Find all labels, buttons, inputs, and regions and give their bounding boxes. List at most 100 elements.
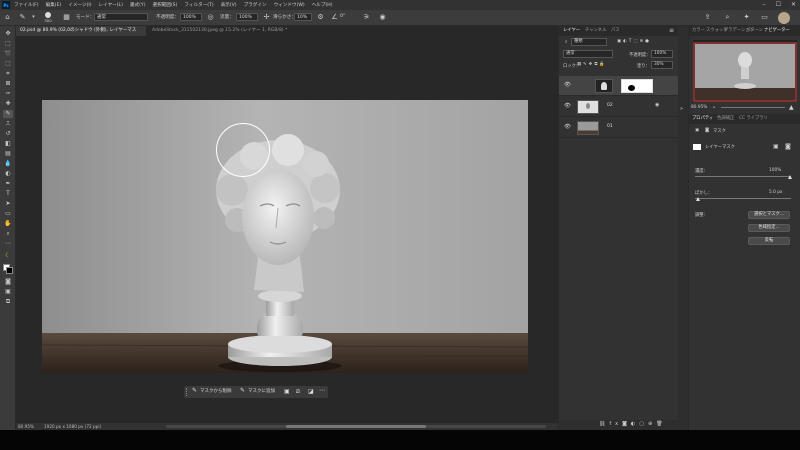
pixel-mask-icon[interactable]: ▣	[695, 128, 699, 133]
mask-settings-icon[interactable]: ▣	[284, 388, 290, 395]
menu-filter[interactable]: フィルター(T)	[184, 2, 213, 8]
layer-thumbnail[interactable]	[595, 79, 613, 93]
hand-tool-icon[interactable]: ✋	[3, 220, 13, 228]
invert-button[interactable]: 反転	[748, 237, 790, 245]
close-icon[interactable]: ✕	[791, 1, 796, 8]
zoom-in-icon[interactable]: ▲	[789, 104, 794, 111]
marquee-tool-icon[interactable]: ⬚	[3, 40, 13, 48]
navigator-preview[interactable]	[693, 40, 797, 102]
menu-plugins[interactable]: プラグイン	[244, 2, 267, 8]
fill-field[interactable]: 30%	[651, 61, 673, 69]
menu-type[interactable]: 書式(Y)	[130, 2, 146, 8]
brush-tool-icon[interactable]: ✎	[18, 13, 27, 22]
more-options-icon[interactable]: ⋯	[319, 387, 325, 394]
quick-mask-icon[interactable]: ◙	[3, 278, 13, 286]
object-selection-tool-icon[interactable]: ⬚	[3, 60, 13, 68]
zoom-tool-icon[interactable]: ⌕	[3, 230, 13, 238]
menu-view[interactable]: 表示(V)	[221, 2, 237, 8]
lock-icons[interactable]: ▦✎✥⧉🔒	[577, 62, 607, 67]
brush-settings-icon[interactable]: ▦	[62, 13, 71, 22]
menu-help[interactable]: ヘルプ(H)	[312, 2, 333, 8]
flow-field[interactable]: 100%	[236, 13, 258, 21]
horizontal-scrollbar[interactable]	[166, 425, 546, 428]
layer-row-mask-group[interactable]: 👁	[559, 76, 678, 96]
symmetry-icon[interactable]: ⚞	[362, 13, 371, 22]
smoothing-field[interactable]: 10%	[294, 13, 312, 21]
frame-tool-icon[interactable]: ⊠	[3, 80, 13, 88]
opacity-field[interactable]: 100%	[180, 13, 202, 21]
tab-layers[interactable]: レイヤー	[563, 26, 580, 36]
blur-tool-icon[interactable]: 💧	[3, 160, 13, 168]
zoom-level[interactable]: 80.95%	[18, 423, 34, 430]
lasso-tool-icon[interactable]: ➰	[3, 50, 13, 58]
navigator-zoom-slider[interactable]	[721, 107, 785, 108]
tab-adobestock[interactable]: AdobeStock_311502130.jpeg @ 15.2% (レイヤー …	[148, 26, 308, 36]
discover-icon[interactable]: ✦	[742, 13, 751, 22]
angle-value[interactable]: 0°	[340, 14, 345, 19]
airbrush-icon[interactable]: ✢	[262, 13, 271, 22]
more-tools-icon[interactable]: ⋯	[3, 240, 13, 248]
search-icon[interactable]: ⌕	[723, 13, 732, 22]
tab-cc-libraries[interactable]: CC ライブラリ	[739, 114, 768, 124]
pressure-size-icon[interactable]: ◉	[378, 13, 387, 22]
background-color-swatch[interactable]	[6, 267, 13, 274]
layer-thumbnail[interactable]	[577, 100, 599, 114]
visibility-eye-icon[interactable]: 👁	[564, 124, 571, 131]
document-canvas[interactable]	[42, 100, 528, 373]
add-to-mask-button[interactable]: マスクに追加	[248, 388, 275, 396]
subtract-from-mask-button[interactable]: マスクから削除	[200, 388, 232, 396]
panel-menu-icon[interactable]: ≡	[669, 27, 674, 34]
avatar[interactable]	[778, 12, 790, 24]
menu-image[interactable]: イメージ(I)	[68, 2, 91, 8]
navigator-zoom-value[interactable]: 80.95%	[691, 105, 707, 110]
eyedropper-tool-icon[interactable]: ✑	[3, 90, 13, 98]
collapse-icon[interactable]: »	[680, 106, 683, 112]
brush-preset-picker[interactable]: 300	[42, 12, 54, 24]
pressure-opacity-icon[interactable]: ◎	[206, 13, 215, 22]
layer-actions-icons[interactable]: ⛓fx◙◐▢⊕🗑	[599, 421, 667, 427]
tab-properties[interactable]: プロパティ	[692, 114, 713, 124]
tab-color[interactable]: カラー	[692, 26, 705, 36]
move-tool-icon[interactable]: ✥	[3, 30, 13, 38]
density-slider-knob[interactable]	[788, 175, 792, 179]
share-icon[interactable]: ⇪	[703, 13, 712, 22]
chevron-down-icon[interactable]: ▾	[29, 13, 38, 22]
feather-slider[interactable]	[695, 198, 791, 199]
menu-window[interactable]: ウィンドウ(W)	[274, 2, 305, 8]
tab-paths[interactable]: パス	[611, 26, 620, 36]
layer-opacity-field[interactable]: 100%	[651, 50, 673, 58]
mode-select[interactable]: 通常	[94, 13, 148, 21]
history-brush-tool-icon[interactable]: ↺	[3, 130, 13, 138]
gradient-tool-icon[interactable]: ▤	[3, 150, 13, 158]
feather-slider-knob[interactable]	[696, 197, 700, 201]
rectangle-tool-icon[interactable]: ▭	[3, 210, 13, 218]
layer-row-02[interactable]: 👁 02 ◉	[559, 97, 678, 117]
menu-layer[interactable]: レイヤー(L)	[99, 2, 123, 8]
layer-effects-icon[interactable]: ◉	[655, 102, 659, 108]
layer-thumbnail[interactable]	[577, 121, 599, 135]
type-tool-icon[interactable]: T	[3, 190, 13, 198]
minimize-icon[interactable]: –	[763, 1, 766, 8]
layer-row-01[interactable]: 👁 01	[559, 118, 678, 138]
layer-mask-thumbnail[interactable]	[621, 79, 653, 93]
tab-adjustments[interactable]: 色調補正	[717, 114, 734, 124]
workspace-icon[interactable]: ▭	[760, 13, 769, 22]
smoothing-settings-icon[interactable]: ⚙	[316, 13, 325, 22]
select-mask-icon[interactable]: ▣	[773, 143, 779, 150]
clone-stamp-tool-icon[interactable]: ⎍	[3, 120, 13, 128]
zoom-out-icon[interactable]: ▵	[713, 105, 715, 110]
crop-tool-icon[interactable]: ⌗	[3, 70, 13, 78]
apply-vector-mask-icon[interactable]: ◙	[785, 143, 791, 150]
invert-mask-icon[interactable]: ⧄	[296, 388, 300, 396]
select-and-mask-button[interactable]: 選択とマスク...	[748, 211, 790, 219]
tab-channels[interactable]: チャンネル	[585, 26, 606, 36]
tab-02-psd[interactable]: 02.psd @ 80.9% (02,0のシャドウ (外側), レイヤーマスク/…	[16, 26, 146, 43]
visibility-eye-icon[interactable]: 👁	[564, 82, 571, 89]
screen-mode-icon[interactable]: ▣	[3, 288, 13, 296]
menu-select[interactable]: 選択範囲(S)	[153, 2, 178, 8]
dodge-tool-icon[interactable]: ◐	[3, 170, 13, 178]
vector-mask-icon[interactable]: ◙	[705, 128, 709, 133]
visibility-eye-icon[interactable]: 👁	[564, 103, 571, 110]
path-selection-tool-icon[interactable]: ➤	[3, 200, 13, 208]
layer-kind-filter[interactable]: 種類	[571, 38, 607, 46]
